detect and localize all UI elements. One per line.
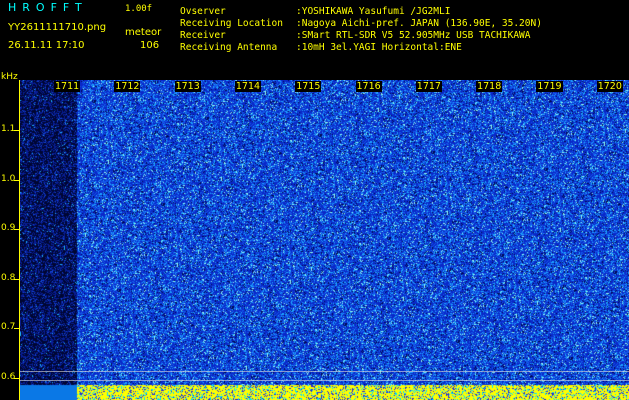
app-title: HROFFT	[8, 1, 88, 14]
y-tick-label: 0.7	[1, 322, 16, 332]
info-key-observer: Ovserver	[180, 6, 226, 17]
spectrogram-plot	[20, 80, 629, 400]
y-tick-mark	[14, 377, 20, 379]
x-tick-label: 1716	[355, 81, 382, 92]
info-value-antenna: :10mH 3el.YAGI Horizontal:ENE	[296, 42, 462, 53]
info-key-receiver: Receiver	[180, 30, 226, 41]
info-key-antenna: Receiving Antenna	[180, 42, 278, 53]
x-tick-label: 1711	[54, 81, 81, 92]
x-tick-label: 1715	[295, 81, 322, 92]
mode-label: meteor	[125, 27, 162, 38]
x-tick-label: 1712	[114, 81, 141, 92]
info-value-receiver: :SMart RTL-SDR V5 52.905MHz USB TACHIKAW…	[296, 30, 531, 41]
y-axis-unit: kHz	[1, 72, 18, 82]
y-tick-mark	[14, 328, 20, 329]
x-tick-label: 1714	[234, 81, 262, 92]
date-time: 26.11.11 17:10	[8, 40, 85, 51]
x-tick-label: 1719	[536, 81, 563, 92]
reference-line-lower	[20, 380, 629, 381]
file-name: YY2611111710.png	[8, 22, 107, 33]
y-axis-line	[19, 80, 20, 400]
count-value: 106	[140, 40, 160, 51]
y-tick-mark	[14, 130, 20, 131]
info-key-location: Receiving Location	[180, 18, 283, 29]
info-value-location: :Nagoya Aichi-pref. JAPAN (136.90E, 35.2…	[296, 18, 542, 29]
app-version: 1.00f	[125, 4, 153, 14]
y-tick-label: 0.9	[1, 223, 16, 233]
y-tick-label: 1.1	[1, 124, 16, 134]
waterfall-canvas	[20, 80, 629, 400]
x-tick-label: 1720	[596, 81, 623, 92]
x-tick-label: 1718	[476, 81, 503, 92]
info-value-observer: :YOSHIKAWA Yasufumi /JG2MLI	[296, 6, 451, 17]
y-tick-label: 0.8	[1, 272, 16, 283]
x-tick-label: 1717	[415, 81, 442, 92]
y-tick-label: 1.0	[1, 173, 16, 184]
reference-line-upper	[20, 371, 629, 372]
x-tick-label: 1713	[174, 81, 201, 92]
y-tick-mark	[14, 278, 20, 280]
y-tick-mark	[14, 229, 20, 230]
y-tick-mark	[14, 179, 20, 181]
y-tick-label: 0.6	[1, 371, 16, 382]
